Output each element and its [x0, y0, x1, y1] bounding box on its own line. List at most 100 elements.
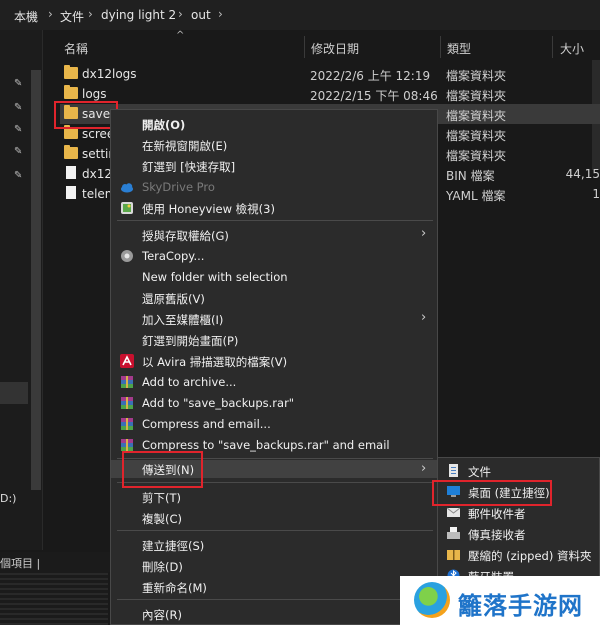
chevron-right-icon: › — [421, 461, 427, 476]
menu-item-label: Add to "save_backups.rar" — [142, 396, 295, 410]
column-divider[interactable] — [304, 36, 305, 58]
menu-item-create-shortcut[interactable]: 建立捷徑(S) — [111, 535, 437, 555]
pin-icon: ✎ — [14, 170, 23, 181]
menu-item-open-new-window[interactable]: 在新視窗開啟(E) — [111, 135, 437, 155]
column-divider[interactable] — [440, 36, 441, 58]
menu-item-properties[interactable]: 內容(R) — [111, 604, 437, 624]
menu-item-pin-start[interactable]: 釘選到開始畫面(P) — [111, 330, 437, 350]
menu-item-cut[interactable]: 剪下(T) — [111, 487, 437, 507]
file-name: dx12 — [82, 167, 112, 181]
menu-item-rename[interactable]: 重新命名(M) — [111, 577, 437, 597]
fax-icon — [447, 527, 460, 539]
navigation-pane[interactable]: ✎ ✎ ✎ ✎ ✎ — [0, 30, 43, 550]
chevron-right-icon: › — [178, 7, 183, 21]
file-type: 檔案資料夾 — [446, 129, 507, 143]
send-to-fax-recipient[interactable]: 傳真接收者 — [438, 524, 599, 544]
file-icon — [66, 166, 76, 179]
submenu-item-label: 傳真接收者 — [468, 528, 526, 542]
file-name: dx12logs — [82, 67, 137, 81]
menu-item-label: 在新視窗開啟(E) — [142, 139, 228, 153]
menu-item-label: 刪除(D) — [142, 560, 183, 574]
avira-icon — [120, 354, 134, 368]
column-header-date[interactable]: 修改日期 — [311, 40, 359, 57]
menu-item-label: Compress and email... — [142, 417, 271, 431]
menu-item-label: 還原舊版(V) — [142, 292, 205, 306]
file-date: 2022/2/6 上午 12:19 — [310, 69, 431, 83]
submenu-item-label: 文件 — [468, 465, 491, 479]
menu-item-label: 加入至媒體櫃(I) — [142, 313, 224, 327]
menu-item-delete[interactable]: 刪除(D) — [111, 556, 437, 576]
file-size: 44,15 — [565, 167, 600, 181]
nav-scrollbar[interactable] — [31, 70, 41, 490]
winrar-icon — [121, 397, 133, 409]
submenu-item-label: 郵件收件者 — [468, 507, 526, 521]
send-to-mail-recipient[interactable]: 郵件收件者 — [438, 503, 599, 523]
menu-item-compress-email[interactable]: Compress and email... — [111, 414, 437, 434]
column-header-name[interactable]: 名稱 — [64, 40, 88, 57]
folder-icon — [64, 65, 78, 79]
menu-item-copy[interactable]: 複製(C) — [111, 508, 437, 528]
teracopy-icon — [121, 250, 133, 262]
column-header-type[interactable]: 類型 — [447, 40, 471, 57]
menu-separator — [117, 530, 433, 531]
menu-item-open[interactable]: 開啟(O) — [111, 114, 437, 134]
honeyview-icon — [121, 202, 133, 214]
send-to-zipped-folder[interactable]: 壓縮的 (zipped) 資料夾 — [438, 545, 599, 565]
menu-item-label: 釘選到 [快速存取] — [142, 160, 236, 174]
send-to-documents[interactable]: 文件 — [438, 461, 599, 481]
status-item-count: 個項目 | — [0, 557, 41, 570]
menu-item-add-save-backups[interactable]: Add to "save_backups.rar" — [111, 393, 437, 413]
menu-item-label: 剪下(T) — [142, 491, 181, 505]
highlight-box-desktop-shortcut — [432, 480, 552, 506]
menu-item-label: 開啟(O) — [142, 118, 186, 132]
menu-item-label: 重新命名(M) — [142, 581, 207, 595]
column-header-size[interactable]: 大小 — [560, 40, 584, 57]
file-type: 檔案資料夾 — [446, 149, 507, 163]
column-divider[interactable] — [552, 36, 553, 58]
menu-separator — [117, 220, 433, 221]
breadcrumb-item-out[interactable]: out — [191, 8, 211, 22]
nav-selected-item[interactable] — [0, 382, 28, 404]
submenu-item-label: 壓縮的 (zipped) 資料夾 — [468, 549, 592, 563]
menu-item-include-library[interactable]: 加入至媒體櫃(I) › — [111, 309, 437, 329]
menu-item-restore-previous[interactable]: 還原舊版(V) — [111, 288, 437, 308]
context-menu[interactable]: 開啟(O) 在新視窗開啟(E) 釘選到 [快速存取] SkyDrive Pro … — [110, 109, 438, 625]
menu-item-teracopy[interactable]: TeraCopy... — [111, 246, 437, 266]
chevron-right-icon: › — [218, 7, 223, 21]
folder-icon — [64, 145, 78, 159]
chevron-right-icon: › — [421, 310, 427, 325]
sort-ascending-icon: ^ — [176, 30, 185, 41]
menu-item-pin-quick-access[interactable]: 釘選到 [快速存取] — [111, 156, 437, 176]
file-type: BIN 檔案 — [446, 169, 495, 183]
pin-icon: ✎ — [14, 102, 23, 113]
cloud-icon — [121, 183, 133, 193]
breadcrumb-item-dying-light-2[interactable]: dying light 2 — [101, 8, 176, 22]
pin-icon: ✎ — [14, 78, 23, 89]
breadcrumb-item-this-pc[interactable]: 本機 — [14, 8, 38, 25]
drive-label[interactable]: D:) — [0, 492, 16, 505]
menu-item-label: New folder with selection — [142, 270, 288, 284]
menu-item-label: Add to archive... — [142, 375, 237, 389]
menu-item-label: 複製(C) — [142, 512, 183, 526]
file-icon — [66, 186, 76, 199]
menu-item-add-archive[interactable]: Add to archive... — [111, 372, 437, 392]
menu-item-skydrive-pro: SkyDrive Pro — [111, 177, 437, 197]
menu-item-give-access[interactable]: 授與存取權給(G) › — [111, 225, 437, 245]
watermark-logo-icon — [414, 582, 450, 618]
file-type: 檔案資料夾 — [446, 69, 507, 83]
menu-item-new-folder-selection[interactable]: New folder with selection — [111, 267, 437, 287]
menu-item-label: SkyDrive Pro — [142, 180, 215, 194]
breadcrumb-item-documents[interactable]: 文件 — [60, 8, 84, 25]
menu-item-honeyview[interactable]: 使用 Honeyview 檢視(3) — [111, 198, 437, 218]
menu-item-avira-scan[interactable]: 以 Avira 掃描選取的檔案(V) — [111, 351, 437, 371]
watermark-text: 籬落手游网 — [458, 592, 583, 620]
decorative-pattern — [0, 572, 108, 625]
address-bar[interactable]: 本機 › 文件 › dying light 2 › out › — [0, 0, 600, 30]
file-row[interactable]: logs 2022/2/15 下午 08:46 檔案資料夾 — [60, 84, 600, 104]
highlight-box-save-folder — [54, 101, 118, 129]
menu-item-label: 釘選到開始畫面(P) — [142, 334, 239, 348]
watermark: 籬落手游网 — [400, 576, 600, 625]
pin-icon: ✎ — [14, 146, 23, 157]
file-size: 1 — [592, 187, 600, 201]
file-row[interactable]: dx12logs 2022/2/6 上午 12:19 檔案資料夾 — [60, 64, 600, 84]
